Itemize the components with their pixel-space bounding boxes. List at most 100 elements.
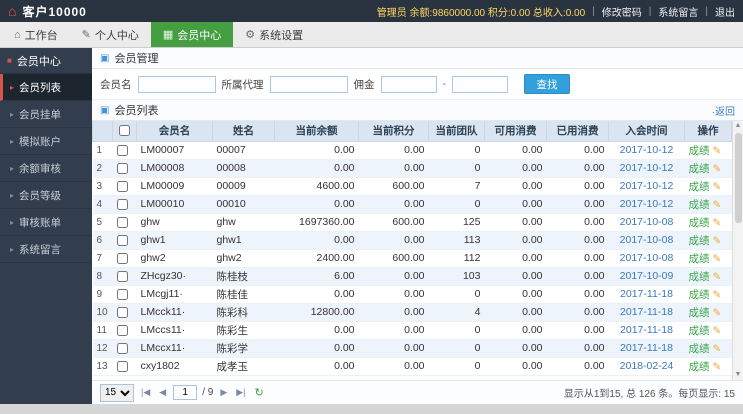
last-page-button[interactable]: ▶| bbox=[234, 387, 247, 398]
edit-pencil-icon[interactable]: ✎ bbox=[713, 235, 722, 247]
commission-min-input[interactable] bbox=[380, 75, 437, 93]
edit-pencil-icon[interactable]: ✎ bbox=[713, 361, 722, 373]
select-all-checkbox[interactable] bbox=[119, 125, 130, 137]
edit-pencil-icon[interactable]: ✎ bbox=[713, 217, 722, 229]
agent-label: 所属代理 bbox=[221, 78, 264, 91]
row-checkbox[interactable] bbox=[116, 288, 128, 300]
row-checkbox[interactable] bbox=[116, 180, 128, 192]
score-link[interactable]: 成绩 bbox=[689, 289, 710, 301]
balance-cell: 0.00 bbox=[274, 339, 359, 358]
tab-member-center[interactable]: ▦ 会员中心 bbox=[150, 22, 234, 47]
sidebar-item-audit-bill[interactable]: ▸ 审核账单 bbox=[0, 209, 92, 236]
score-link[interactable]: 成绩 bbox=[689, 199, 710, 211]
edit-pencil-icon[interactable]: ✎ bbox=[713, 271, 722, 283]
score-link[interactable]: 成绩 bbox=[689, 325, 710, 337]
row-checkbox[interactable] bbox=[116, 360, 128, 372]
tab-workbench[interactable]: ⌂ 工作台 bbox=[2, 22, 70, 47]
commission-max-input[interactable] bbox=[452, 75, 508, 93]
system-message-link[interactable]: 系统留言 bbox=[658, 4, 698, 19]
score-link[interactable]: 成绩 bbox=[689, 181, 710, 193]
edit-pencil-icon[interactable]: ✎ bbox=[713, 289, 722, 301]
sidebar-item-member-orders[interactable]: ▸ 会员挂单 bbox=[0, 101, 92, 128]
edit-pencil-icon[interactable]: ✎ bbox=[713, 307, 722, 319]
table-row[interactable]: 4 LM00010 00010 0.00 0.00 0 0.00 0.00 20… bbox=[92, 195, 732, 214]
member-name-input[interactable] bbox=[137, 75, 216, 93]
page-number-input[interactable] bbox=[173, 385, 198, 400]
range-separator: - bbox=[442, 78, 447, 90]
table-scrollbar[interactable]: ▲ ▼ bbox=[732, 121, 743, 380]
logout-link[interactable]: 退出 bbox=[715, 4, 735, 19]
change-password-link[interactable]: 修改密码 bbox=[602, 4, 642, 19]
agent-input[interactable] bbox=[269, 75, 348, 93]
table-row[interactable]: 13 cxy1802 成孝玉 0.00 0.00 0 0.00 0.00 201… bbox=[92, 357, 732, 376]
tab-system-settings[interactable]: ⚙ 系统设置 bbox=[233, 22, 315, 47]
row-checkbox[interactable] bbox=[116, 144, 128, 156]
back-link[interactable]: ·返回 bbox=[712, 103, 735, 118]
member-id-cell: ZHcgz30· bbox=[136, 267, 213, 286]
table-row[interactable]: 9 LMcgj11· 陈桂佳 0.00 0.00 0 0.00 0.00 201… bbox=[92, 285, 732, 304]
home-icon: ⌂ bbox=[14, 28, 21, 41]
row-checkbox-cell bbox=[112, 267, 137, 286]
table-row[interactable]: 11 LMccs11· 陈彩生 0.00 0.00 0 0.00 0.00 20… bbox=[92, 321, 732, 340]
scroll-up-icon[interactable]: ▲ bbox=[735, 121, 742, 131]
score-link[interactable]: 成绩 bbox=[689, 253, 710, 265]
edit-pencil-icon[interactable]: ✎ bbox=[713, 145, 722, 157]
edit-pencil-icon[interactable]: ✎ bbox=[713, 253, 722, 265]
row-checkbox[interactable] bbox=[116, 252, 128, 264]
score-link[interactable]: 成绩 bbox=[689, 235, 710, 247]
next-page-button[interactable]: ▶ bbox=[218, 387, 229, 398]
balance-cell: 2400.00 bbox=[274, 249, 359, 268]
row-checkbox[interactable] bbox=[116, 306, 128, 318]
edit-pencil-icon[interactable]: ✎ bbox=[713, 343, 722, 355]
member-name-cell: 成孝玉 bbox=[212, 357, 275, 376]
row-checkbox[interactable] bbox=[116, 270, 128, 282]
row-checkbox[interactable] bbox=[116, 342, 128, 354]
separator: | bbox=[648, 5, 652, 17]
points-cell: 600.00 bbox=[358, 177, 429, 196]
edit-pencil-icon[interactable]: ✎ bbox=[713, 163, 722, 175]
table-row[interactable]: 1 LM00007 00007 0.00 0.00 0 0.00 0.00 20… bbox=[92, 141, 732, 160]
score-link[interactable]: 成绩 bbox=[689, 361, 710, 373]
edit-pencil-icon[interactable]: ✎ bbox=[713, 199, 722, 211]
table-row[interactable]: 6 ghw1 ghw1 0.00 0.00 113 0.00 0.00 2017… bbox=[92, 231, 732, 250]
edit-pencil-icon[interactable]: ✎ bbox=[713, 325, 722, 337]
row-number: 5 bbox=[92, 213, 113, 232]
page-size-select[interactable]: 15 bbox=[100, 383, 134, 402]
table-row[interactable]: 5 ghw ghw 1697360.00 600.00 125 0.00 0.0… bbox=[92, 213, 732, 232]
refresh-icon[interactable]: ↻ bbox=[253, 386, 266, 399]
row-checkbox[interactable] bbox=[116, 162, 128, 174]
first-page-button[interactable]: |◀ bbox=[139, 387, 152, 398]
row-checkbox[interactable] bbox=[116, 234, 128, 246]
row-checkbox[interactable] bbox=[116, 324, 128, 336]
score-link[interactable]: 成绩 bbox=[689, 343, 710, 355]
row-checkbox[interactable] bbox=[116, 198, 128, 210]
actions-cell: 成绩 ✎ bbox=[684, 267, 732, 286]
sidebar-item-system-message[interactable]: ▸ 系统留言 bbox=[0, 236, 92, 263]
sidebar-item-member-level[interactable]: ▸ 会员等级 bbox=[0, 182, 92, 209]
score-link[interactable]: 成绩 bbox=[689, 217, 710, 229]
score-link[interactable]: 成绩 bbox=[689, 163, 710, 175]
table-row[interactable]: 8 ZHcgz30· 陈桂枝 6.00 0.00 103 0.00 0.00 2… bbox=[92, 267, 732, 286]
scroll-down-icon[interactable]: ▼ bbox=[735, 370, 742, 380]
row-checkbox-cell bbox=[112, 249, 137, 268]
tab-personal-center[interactable]: ✎ 个人中心 bbox=[70, 22, 151, 47]
points-cell: 0.00 bbox=[358, 285, 429, 304]
actions-cell: 成绩 ✎ bbox=[684, 285, 732, 304]
score-link[interactable]: 成绩 bbox=[689, 307, 710, 319]
table-row[interactable]: 2 LM00008 00008 0.00 0.00 0 0.00 0.00 20… bbox=[92, 159, 732, 178]
table-row[interactable]: 3 LM00009 00009 4600.00 600.00 7 0.00 0.… bbox=[92, 177, 732, 196]
table-row[interactable]: 10 LMcck11· 陈彩科 12800.00 0.00 4 0.00 0.0… bbox=[92, 303, 732, 322]
member-center-icon: ■ bbox=[7, 56, 12, 65]
table-row[interactable]: 12 LMccx11· 陈彩学 0.00 0.00 0 0.00 0.00 20… bbox=[92, 339, 732, 358]
search-button[interactable]: 查找 bbox=[524, 74, 570, 94]
sidebar-item-balance-audit[interactable]: ▸ 余额审核 bbox=[0, 155, 92, 182]
scrollbar-thumb[interactable] bbox=[734, 133, 742, 223]
score-link[interactable]: 成绩 bbox=[689, 271, 710, 283]
prev-page-button[interactable]: ◀ bbox=[157, 387, 168, 398]
table-row[interactable]: 7 ghw2 ghw2 2400.00 600.00 112 0.00 0.00… bbox=[92, 249, 732, 268]
score-link[interactable]: 成绩 bbox=[689, 145, 710, 157]
sidebar-item-demo-account[interactable]: ▸ 模拟账户 bbox=[0, 128, 92, 155]
row-checkbox[interactable] bbox=[116, 216, 128, 228]
sidebar-item-member-list[interactable]: ▸ 会员列表 bbox=[0, 74, 92, 101]
edit-pencil-icon[interactable]: ✎ bbox=[713, 181, 722, 193]
